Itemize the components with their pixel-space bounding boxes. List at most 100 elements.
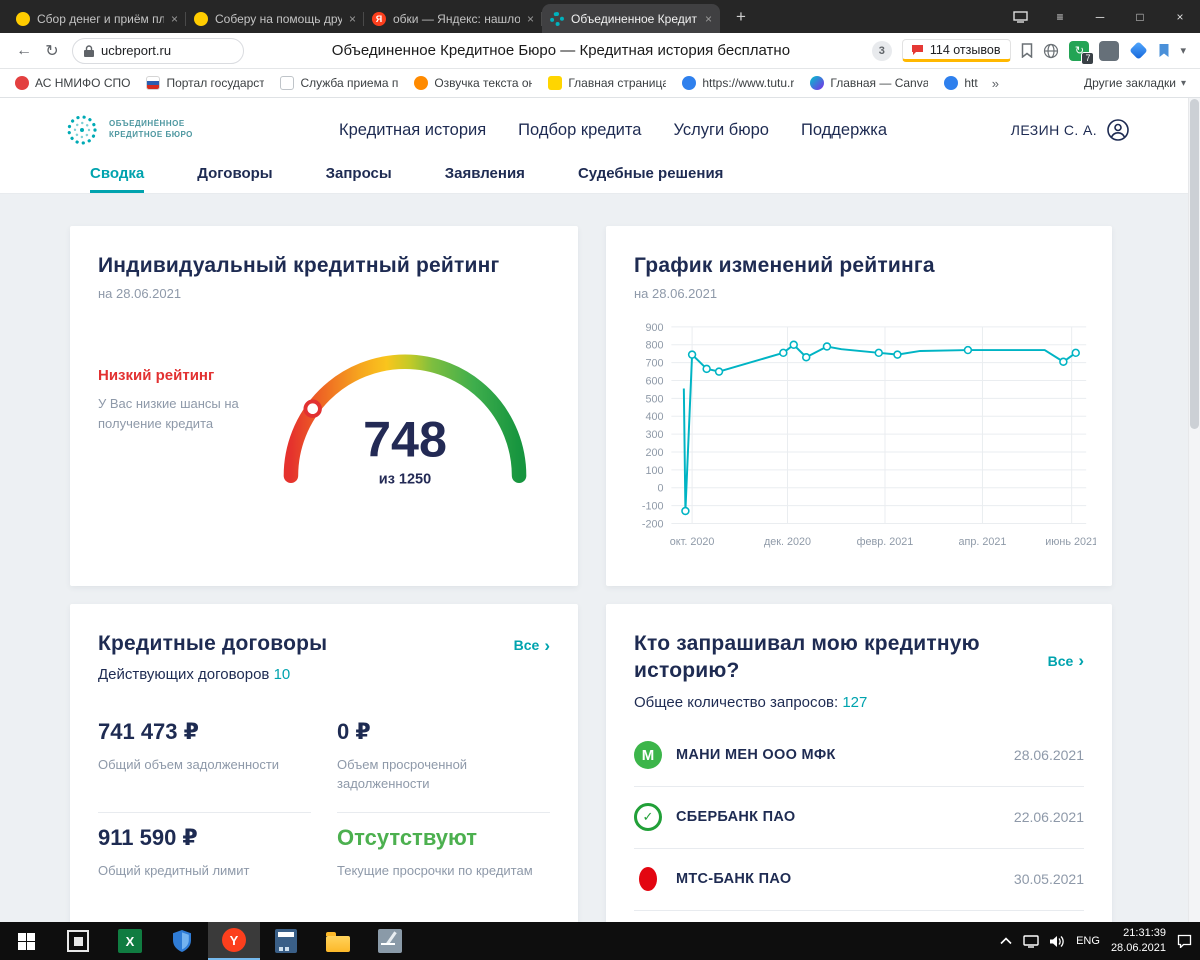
bookmark-item-4[interactable]: Озвучка текста он <box>407 73 539 93</box>
windows-taskbar: X Y ENG 21:31:39 28.06.2021 <box>0 922 1200 960</box>
back-button[interactable]: ← <box>10 37 38 65</box>
total-count: 127 <box>842 693 868 711</box>
display-icon[interactable] <box>1023 934 1039 948</box>
taskbar-app-calculator[interactable] <box>260 922 312 960</box>
browser-tab-active[interactable]: Объединенное Кредит × <box>542 4 720 33</box>
tab-close-icon[interactable]: × <box>349 12 356 26</box>
svg-text:700: 700 <box>645 358 663 370</box>
all-contracts-link[interactable]: Все › <box>514 637 550 654</box>
inquiries-list: M МАНИ МЕН ООО МФК 28.06.2021 ✓ СБЕРБАНК… <box>634 725 1084 911</box>
bookmark-item-7[interactable]: Главная — Canva <box>803 73 935 93</box>
clock-time: 21:31:39 <box>1123 927 1166 940</box>
taskbar-app-explorer[interactable] <box>312 922 364 960</box>
bookmark-item-2[interactable]: Портал государств <box>139 73 271 93</box>
new-tab-button[interactable]: + <box>728 4 754 30</box>
all-inquiries-link[interactable]: Все › <box>1048 652 1084 669</box>
tab-contracts[interactable]: Договоры <box>197 162 272 193</box>
reviews-extension-button[interactable]: 114 отзывов <box>901 39 1012 62</box>
cast-icon[interactable] <box>1000 0 1040 33</box>
taskbar-clock[interactable]: 21:31:39 28.06.2021 <box>1111 926 1166 956</box>
tab-close-icon[interactable]: × <box>171 12 178 26</box>
screen: Сбор денег и приём плат × Соберу на помо… <box>0 0 1200 960</box>
taskbar-app-photos[interactable] <box>52 922 104 960</box>
url-text: ucbreport.ru <box>101 43 172 58</box>
credit-score-gauge: 748 из 1250 <box>283 354 527 488</box>
tab-close-icon[interactable]: × <box>705 12 712 26</box>
extension-badge: 7 <box>1081 51 1095 65</box>
inquiry-row[interactable]: M МАНИ МЕН ООО МФК 28.06.2021 <box>634 725 1084 787</box>
extension-gray-icon[interactable] <box>1099 40 1120 61</box>
card-title: График изменений рейтинга <box>634 254 935 277</box>
flag-extension-icon[interactable] <box>1158 43 1170 58</box>
tab-summary[interactable]: Сводка <box>90 162 145 193</box>
tab-close-icon[interactable]: × <box>527 12 534 26</box>
caret-down-icon: ▾ <box>1180 77 1186 89</box>
bookmark-icon[interactable] <box>1021 43 1033 58</box>
rating-history-card: График изменений рейтинга на 28.06.2021 … <box>606 226 1112 586</box>
okb-logo-icon <box>67 115 97 145</box>
close-button[interactable]: × <box>1160 0 1200 33</box>
extension-blue-icon[interactable] <box>1129 41 1149 60</box>
svg-text:дек. 2020: дек. 2020 <box>764 536 811 548</box>
inquiries-total-line: Общее количество запросов: 127 <box>634 694 1084 711</box>
windows-logo-icon <box>17 932 35 950</box>
folder-icon <box>326 931 350 952</box>
inquiry-row[interactable]: МТС-БАНК ПАО 30.05.2021 <box>634 849 1084 911</box>
bookmarks-overflow-icon[interactable]: » <box>987 76 1004 91</box>
moneyman-logo-icon: M <box>634 741 662 770</box>
card-head: Кто запрашивал мою кредитную историю? Вс… <box>634 630 1084 692</box>
tab-inquiries[interactable]: Запросы <box>326 162 392 193</box>
svg-text:800: 800 <box>645 340 663 352</box>
tray-expand-icon[interactable] <box>1000 937 1012 945</box>
bookmark-item-3[interactable]: Служба приема п <box>273 73 405 93</box>
menu-icon[interactable]: ≡ <box>1040 0 1080 33</box>
svg-text:окт. 2020: окт. 2020 <box>670 536 715 548</box>
inquiry-row[interactable]: ✓ СБЕРБАНК ПАО 22.06.2021 <box>634 787 1084 849</box>
inquiry-date: 22.06.2021 <box>1013 809 1084 826</box>
user-account-button[interactable]: ЛЕЗИН С. А. <box>1011 118 1130 142</box>
bookmark-item-5[interactable]: Главная страница <box>541 73 673 93</box>
language-indicator[interactable]: ENG <box>1076 935 1100 947</box>
other-bookmarks-label: Другие закладки <box>1084 76 1176 90</box>
globe-icon[interactable] <box>1043 43 1059 59</box>
other-bookmarks-button[interactable]: Другие закладки ▾ <box>1078 73 1192 93</box>
taskbar-app-excel[interactable]: X <box>104 922 156 960</box>
minimize-button[interactable]: ─ <box>1080 0 1120 33</box>
bookmark-item-6[interactable]: https://www.tutu.r <box>675 73 801 93</box>
address-bar[interactable]: ucbreport.ru <box>72 37 244 64</box>
reload-button[interactable]: ↻ <box>38 37 66 65</box>
svg-text:100: 100 <box>645 465 663 477</box>
volume-icon[interactable] <box>1050 935 1065 948</box>
logo-text: Объединённое кредитное бюро <box>109 119 193 141</box>
scrollbar[interactable] <box>1188 98 1200 922</box>
browser-tab-3[interactable]: Я обки — Яндекс: нашлось × <box>364 4 542 33</box>
svg-text:-200: -200 <box>642 519 664 531</box>
nav-support[interactable]: Поддержка <box>801 121 887 140</box>
notes-icon <box>378 929 402 953</box>
okb-logo[interactable]: Объединённое кредитное бюро <box>64 112 219 148</box>
bookmark-item-1[interactable]: АС НМИФО СПО <box>8 73 137 93</box>
taskbar-app-security[interactable] <box>156 922 208 960</box>
chevron-down-icon[interactable]: ▾ <box>1180 44 1186 57</box>
tab-court-decisions[interactable]: Судебные решения <box>578 162 724 193</box>
scrollbar-thumb[interactable] <box>1190 99 1199 429</box>
tab-applications[interactable]: Заявления <box>445 162 525 193</box>
browser-tab-2[interactable]: Соберу на помощь другу × <box>186 4 364 33</box>
extension-green-icon[interactable]: ↻ 7 <box>1069 40 1095 65</box>
bookmark-item-8[interactable]: htt <box>937 73 984 93</box>
nav-credit-selection[interactable]: Подбор кредита <box>518 121 641 140</box>
nav-credit-history[interactable]: Кредитная история <box>339 121 486 140</box>
shield-icon <box>173 930 191 952</box>
chevron-right-icon: › <box>1078 651 1084 671</box>
maximize-button[interactable]: □ <box>1120 0 1160 33</box>
taskbar-app-yandex-browser[interactable]: Y <box>208 922 260 960</box>
all-label: Все <box>513 637 540 653</box>
taskbar-app-notes[interactable] <box>364 922 416 960</box>
stat-overdue-debt: 0 ₽ Объем просроченной задолженности <box>337 707 550 813</box>
nav-bureau-services[interactable]: Услуги бюро <box>673 121 769 140</box>
notification-icon[interactable] <box>1177 934 1192 948</box>
tab-title: Объединенное Кредит <box>571 11 697 26</box>
browser-tab-1[interactable]: Сбор денег и приём плат × <box>8 4 186 33</box>
profile-badge[interactable]: 3 <box>871 40 892 61</box>
start-button[interactable] <box>0 922 52 960</box>
